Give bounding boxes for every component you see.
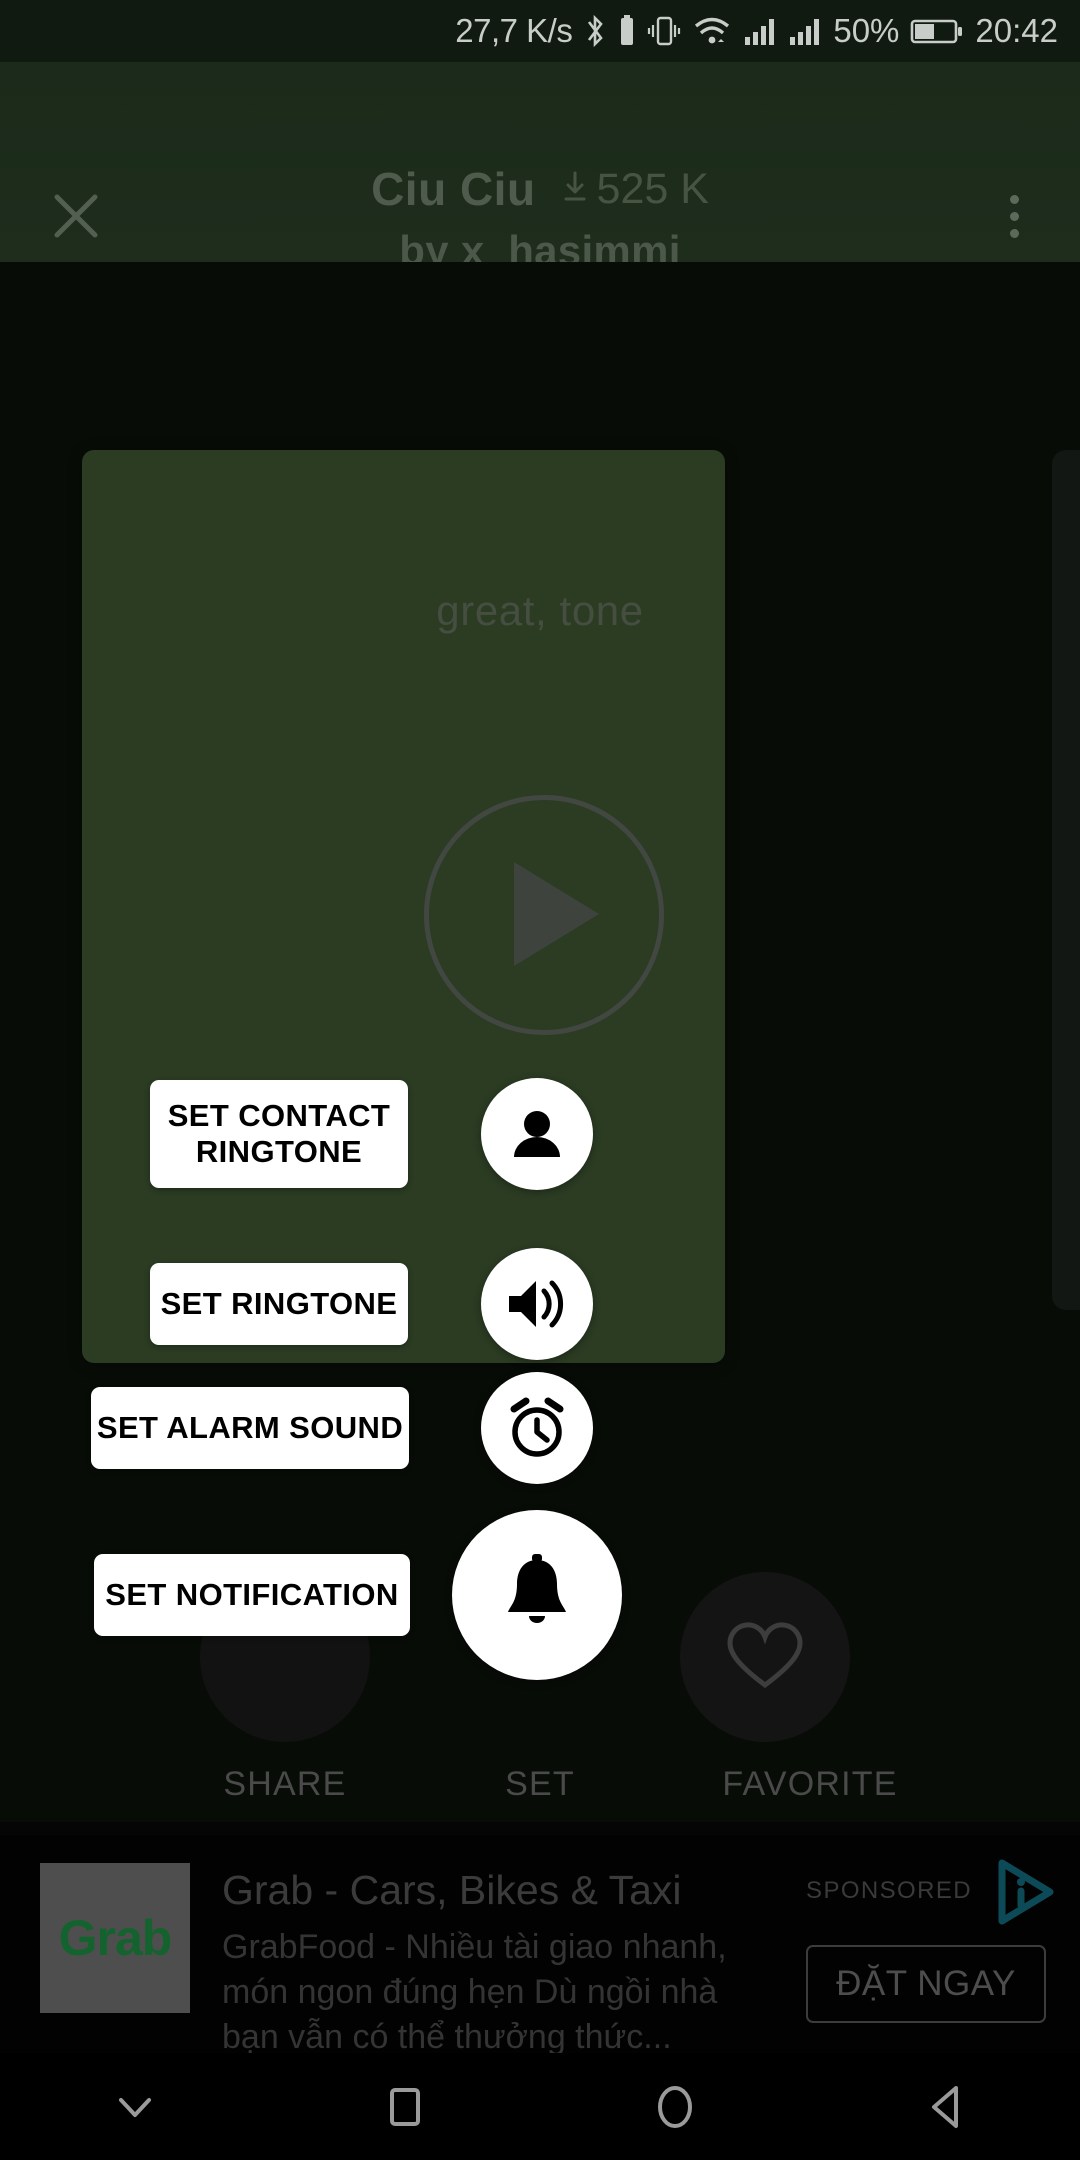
sponsored-label: SPONSORED [806,1877,972,1904]
play-triangle-icon [514,862,599,966]
share-label: SHARE [223,1765,347,1803]
vibrate-icon [647,13,681,49]
favorite-button[interactable] [680,1572,850,1742]
ad-cta-button[interactable]: ĐẶT NGAY [806,1945,1046,2023]
download-icon [562,170,588,209]
page-title: Ciu Ciu [371,163,536,215]
battery-small-icon [618,13,636,49]
ad-logo-text: Grab [58,1910,173,1966]
action-label-row: SHARE SET FAVORITE [0,1765,1080,1813]
set-notification-button[interactable]: SET NOTIFICATION [94,1554,410,1636]
signal-bars-2-icon [788,13,822,49]
set-contact-ringtone-button[interactable]: SET CONTACT RINGTONE [150,1080,408,1188]
wifi-icon [692,13,732,49]
bell-icon[interactable] [452,1510,622,1680]
set-label: SET [505,1765,575,1803]
bluetooth-icon [583,13,607,49]
set-ringtone-button[interactable]: SET RINGTONE [150,1263,408,1345]
action-row-set-alarm-sound: SET ALARM SOUND [91,1372,593,1484]
adjacent-card-peek[interactable] [1052,450,1080,1310]
square-icon[interactable] [330,2053,480,2160]
triangle-back-icon[interactable] [870,2053,1020,2160]
chevron-down-icon[interactable] [60,2053,210,2160]
ad-body-text: GrabFood - Nhiều tài giao nhanh, món ngo… [222,1928,727,2056]
status-bar: 27,7 K/s 50% 20:42 [0,0,1080,62]
ad-thumbnail: Grab [40,1863,190,2013]
network-speed-text: 27,7 K/s [455,12,573,49]
admob-icon[interactable] [988,1855,1062,1934]
download-count-text: 525 K [596,164,709,213]
action-row-set-contact-ringtone: SET CONTACT RINGTONE [150,1078,593,1190]
alarm-clock-icon[interactable] [481,1372,593,1484]
battery-icon [910,13,964,49]
favorite-label: FAVORITE [722,1765,898,1803]
heart-icon [727,1622,803,1689]
ad-title: Grab - Cars, Bikes & Taxi [222,1867,682,1913]
action-row-set-notification: SET NOTIFICATION [94,1510,622,1680]
battery-percent-text: 50% [833,12,900,49]
volume-up-icon[interactable] [481,1248,593,1360]
system-navigation-bar [0,2053,1080,2160]
tone-tags-text: great, tone [436,587,644,634]
download-count-group: 525 K [562,165,709,214]
header-title-row: Ciu Ciu 525 K [0,162,1080,216]
clock-text: 20:42 [975,12,1058,49]
app-header: Ciu Ciu 525 K by x_hasimmi [0,62,1080,274]
signal-bars-icon [743,13,777,49]
set-alarm-sound-button[interactable]: SET ALARM SOUND [91,1387,409,1469]
ad-banner[interactable]: Grab Grab - Cars, Bikes & Taxi GrabFood … [0,1835,1080,2056]
action-row-set-ringtone: SET RINGTONE [150,1248,593,1360]
circle-icon[interactable] [600,2053,750,2160]
more-vertical-icon[interactable] [978,180,1050,252]
person-icon[interactable] [481,1078,593,1190]
app-screen: 27,7 K/s 50% 20:42 Ciu Ciu 525 K by x_ha… [0,0,1080,2160]
